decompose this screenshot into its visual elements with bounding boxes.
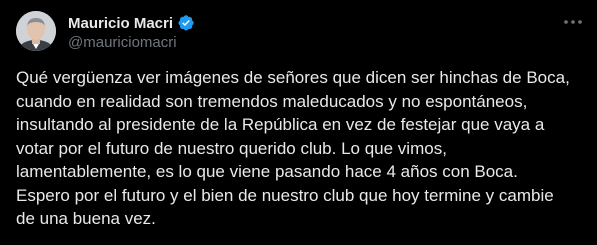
tweet-text-line: cuando en realidad son tremendos maleduc… [16, 91, 528, 111]
avatar-photo [16, 11, 56, 51]
author-handle[interactable]: @mauriciomacri [68, 34, 177, 51]
tweet-card: Mauricio Macri @mauriciomacri Qué vergüe… [0, 0, 597, 245]
tweet-text-line: lamentablemente, es lo que viene pasando… [16, 162, 518, 181]
avatar[interactable] [16, 11, 56, 51]
tweet-text-line: Espero por el futuro y el bien de nuestr… [16, 185, 554, 205]
tweet-text-line: insultando al presidente de la República… [16, 115, 545, 134]
tweet-text-line: Qué vergüenza ver imágenes de señores qu… [16, 68, 570, 87]
author-name-row[interactable]: Mauricio Macri [68, 13, 195, 33]
tweet-text-line: votar por el futuro de nuestro querido c… [16, 138, 447, 158]
verified-badge-icon [178, 15, 194, 31]
display-name[interactable]: Mauricio Macri [68, 15, 173, 32]
tweet-text-line: de una buena vez. [16, 209, 156, 228]
more-options-icon [564, 20, 582, 24]
tweet-text: Qué vergüenza ver imágenes de señores qu… [16, 66, 586, 231]
more-options-button[interactable] [560, 11, 586, 33]
